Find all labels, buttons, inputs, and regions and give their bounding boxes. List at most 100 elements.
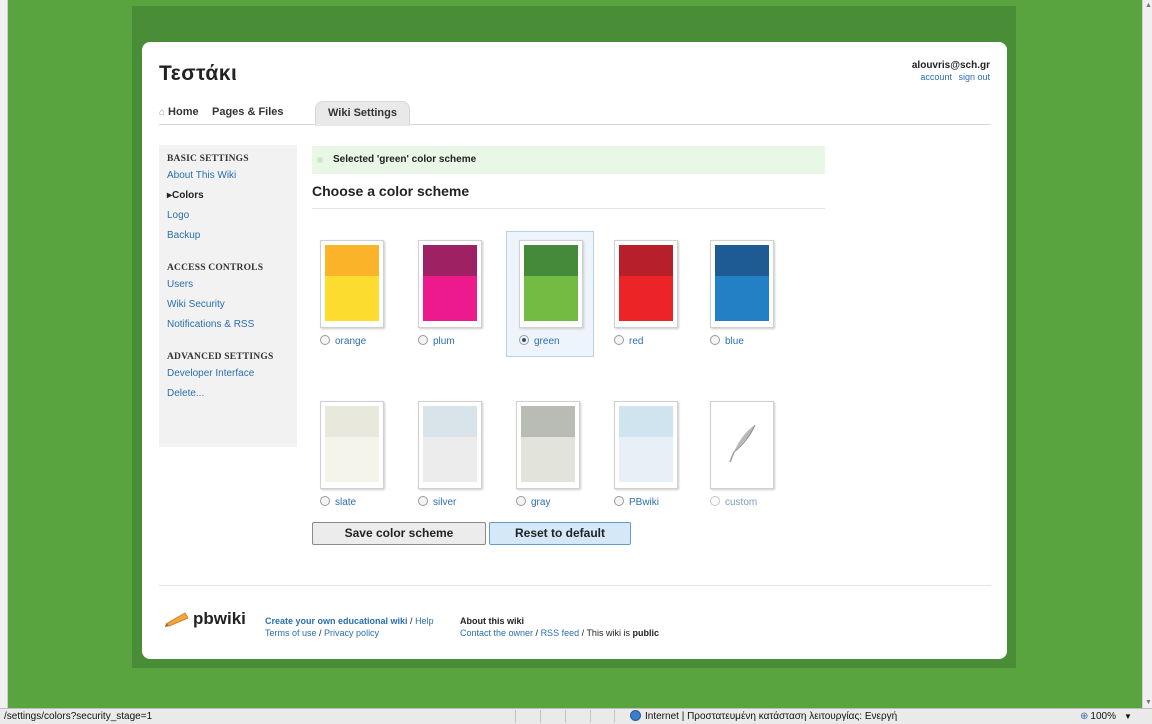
- scheme-gray[interactable]: gray: [504, 393, 592, 519]
- zoom-control[interactable]: ⊕ 100% ▼: [1080, 709, 1132, 724]
- tab-wiki-settings[interactable]: Wiki Settings: [315, 101, 410, 126]
- sidebar-item-colors[interactable]: ▸Colors: [167, 188, 297, 208]
- sidebar-item-colors-label: Colors: [172, 190, 204, 201]
- swatch-bottom: [715, 276, 769, 321]
- radio-red[interactable]: [614, 335, 624, 345]
- radio-slate[interactable]: [320, 496, 330, 506]
- scheme-plum[interactable]: plum: [406, 232, 494, 358]
- help-link[interactable]: Help: [415, 616, 434, 626]
- scheme-pbwiki[interactable]: PBwiki: [602, 393, 690, 519]
- user-email: alouvris@sch.gr: [911, 60, 990, 71]
- radio-pbwiki[interactable]: [614, 496, 624, 506]
- swatch-gray: [516, 401, 580, 489]
- privacy-link[interactable]: Privacy policy: [324, 628, 379, 638]
- scheme-green[interactable]: green: [506, 231, 594, 357]
- scheme-option-gray[interactable]: gray: [516, 496, 586, 508]
- swatch-bottom: [423, 437, 477, 482]
- user-box: alouvris@sch.gr account sign out: [912, 60, 990, 82]
- tab-pages-files[interactable]: Pages & Files: [212, 104, 284, 125]
- scheme-label-custom: custom: [725, 497, 758, 508]
- section-title: Choose a color scheme: [312, 183, 470, 199]
- scheme-option-slate[interactable]: slate: [320, 496, 390, 508]
- swatch-pbwiki: [614, 401, 678, 489]
- sidebar-item-about[interactable]: About This Wiki: [167, 168, 297, 188]
- home-icon: ⌂: [159, 107, 166, 118]
- sidebar-item-notifications[interactable]: Notifications & RSS: [167, 317, 297, 337]
- create-wiki-link[interactable]: Create your own educational wiki: [265, 616, 408, 626]
- status-divider: [614, 710, 615, 723]
- feather-pen-icon: [729, 424, 756, 463]
- radio-plum[interactable]: [418, 335, 428, 345]
- sign-out-link[interactable]: sign out: [958, 72, 990, 82]
- sidebar-heading-access: ACCESS CONTROLS: [167, 263, 264, 273]
- scheme-silver[interactable]: silver: [406, 393, 494, 519]
- scheme-option-pbwiki[interactable]: PBwiki: [614, 496, 684, 508]
- tab-home-label: Home: [168, 106, 199, 118]
- scheme-option-red[interactable]: red: [614, 335, 684, 347]
- security-zone[interactable]: Internet | Προστατευμένη κατάσταση λειτο…: [630, 709, 897, 724]
- swatch-blue: [710, 240, 774, 328]
- zoom-dropdown-icon[interactable]: ▼: [1124, 712, 1132, 721]
- footer-row-legal: Terms of use / Privacy policy: [265, 628, 380, 638]
- window-left-edge: [0, 0, 8, 708]
- sidebar-heading-basic: BASIC SETTINGS: [167, 154, 249, 164]
- swatch-top: [619, 245, 673, 276]
- swatch-bottom: [619, 437, 673, 482]
- radio-custom[interactable]: [710, 496, 720, 506]
- scheme-option-custom[interactable]: custom: [710, 496, 780, 508]
- footer-links-left: Create your own educational wiki / Help …: [265, 615, 434, 639]
- save-color-scheme-button[interactable]: Save color scheme: [312, 522, 486, 545]
- scheme-option-blue[interactable]: blue: [710, 335, 780, 347]
- rss-feed-link[interactable]: RSS feed: [541, 628, 580, 638]
- reset-to-default-button[interactable]: Reset to default: [489, 522, 631, 545]
- scheme-option-silver[interactable]: silver: [418, 496, 488, 508]
- contact-owner-link[interactable]: Contact the owner: [460, 628, 533, 638]
- status-divider: [590, 710, 591, 723]
- vertical-scrollbar[interactable]: ▲ ▼: [1142, 0, 1152, 708]
- scheme-option-plum[interactable]: plum: [418, 335, 488, 347]
- scroll-down-icon[interactable]: ▼: [1145, 699, 1152, 706]
- radio-gray[interactable]: [516, 496, 526, 506]
- footer-about: About this wiki Contact the owner / RSS …: [460, 615, 659, 639]
- scheme-label-orange: orange: [335, 336, 367, 347]
- scheme-option-orange[interactable]: orange: [320, 335, 390, 347]
- swatch-red: [614, 240, 678, 328]
- swatch-orange: [320, 240, 384, 328]
- scheme-label-blue: blue: [725, 336, 744, 347]
- sidebar-item-wiki-security[interactable]: Wiki Security: [167, 297, 297, 317]
- public-status: public: [632, 628, 659, 638]
- sidebar-item-developer[interactable]: Developer Interface: [167, 366, 297, 386]
- scheme-blue[interactable]: blue: [698, 232, 786, 358]
- radio-silver[interactable]: [418, 496, 428, 506]
- sidebar-item-backup[interactable]: Backup: [167, 228, 297, 248]
- radio-orange[interactable]: [320, 335, 330, 345]
- scheme-orange[interactable]: orange: [308, 232, 396, 358]
- scroll-up-icon[interactable]: ▲: [1145, 2, 1152, 9]
- security-zone-text: Internet | Προστατευμένη κατάσταση λειτο…: [645, 711, 898, 722]
- swatch-slate: [320, 401, 384, 489]
- pbwiki-logo[interactable]: pbwiki: [165, 609, 246, 629]
- radio-green[interactable]: [519, 335, 529, 345]
- tab-bar: ⌂ Home Pages & Files Wiki Settings: [159, 100, 991, 126]
- wiki-title[interactable]: Τεστάκι: [159, 62, 237, 86]
- sidebar-item-delete[interactable]: Delete...: [167, 386, 297, 406]
- account-link[interactable]: account: [920, 72, 952, 82]
- zoom-icon: ⊕: [1080, 711, 1089, 722]
- swatch-top: [619, 406, 673, 437]
- status-url: /settings/colors?security_stage=1: [4, 711, 153, 722]
- swatch-top: [325, 245, 379, 276]
- scheme-slate[interactable]: slate: [308, 393, 396, 519]
- sidebar-item-users[interactable]: Users: [167, 277, 297, 297]
- tab-home[interactable]: ⌂ Home: [159, 104, 199, 125]
- scheme-option-green[interactable]: green: [519, 335, 589, 347]
- scheme-custom[interactable]: custom: [698, 393, 786, 519]
- user-links: account sign out: [912, 72, 990, 82]
- scheme-red[interactable]: red: [602, 232, 690, 358]
- scheme-label-red: red: [629, 336, 644, 347]
- sidebar-item-logo[interactable]: Logo: [167, 208, 297, 228]
- swatch-bottom: [423, 276, 477, 321]
- swatch-top: [521, 406, 575, 437]
- swatch-custom: [710, 401, 774, 489]
- radio-blue[interactable]: [710, 335, 720, 345]
- terms-link[interactable]: Terms of use: [265, 628, 317, 638]
